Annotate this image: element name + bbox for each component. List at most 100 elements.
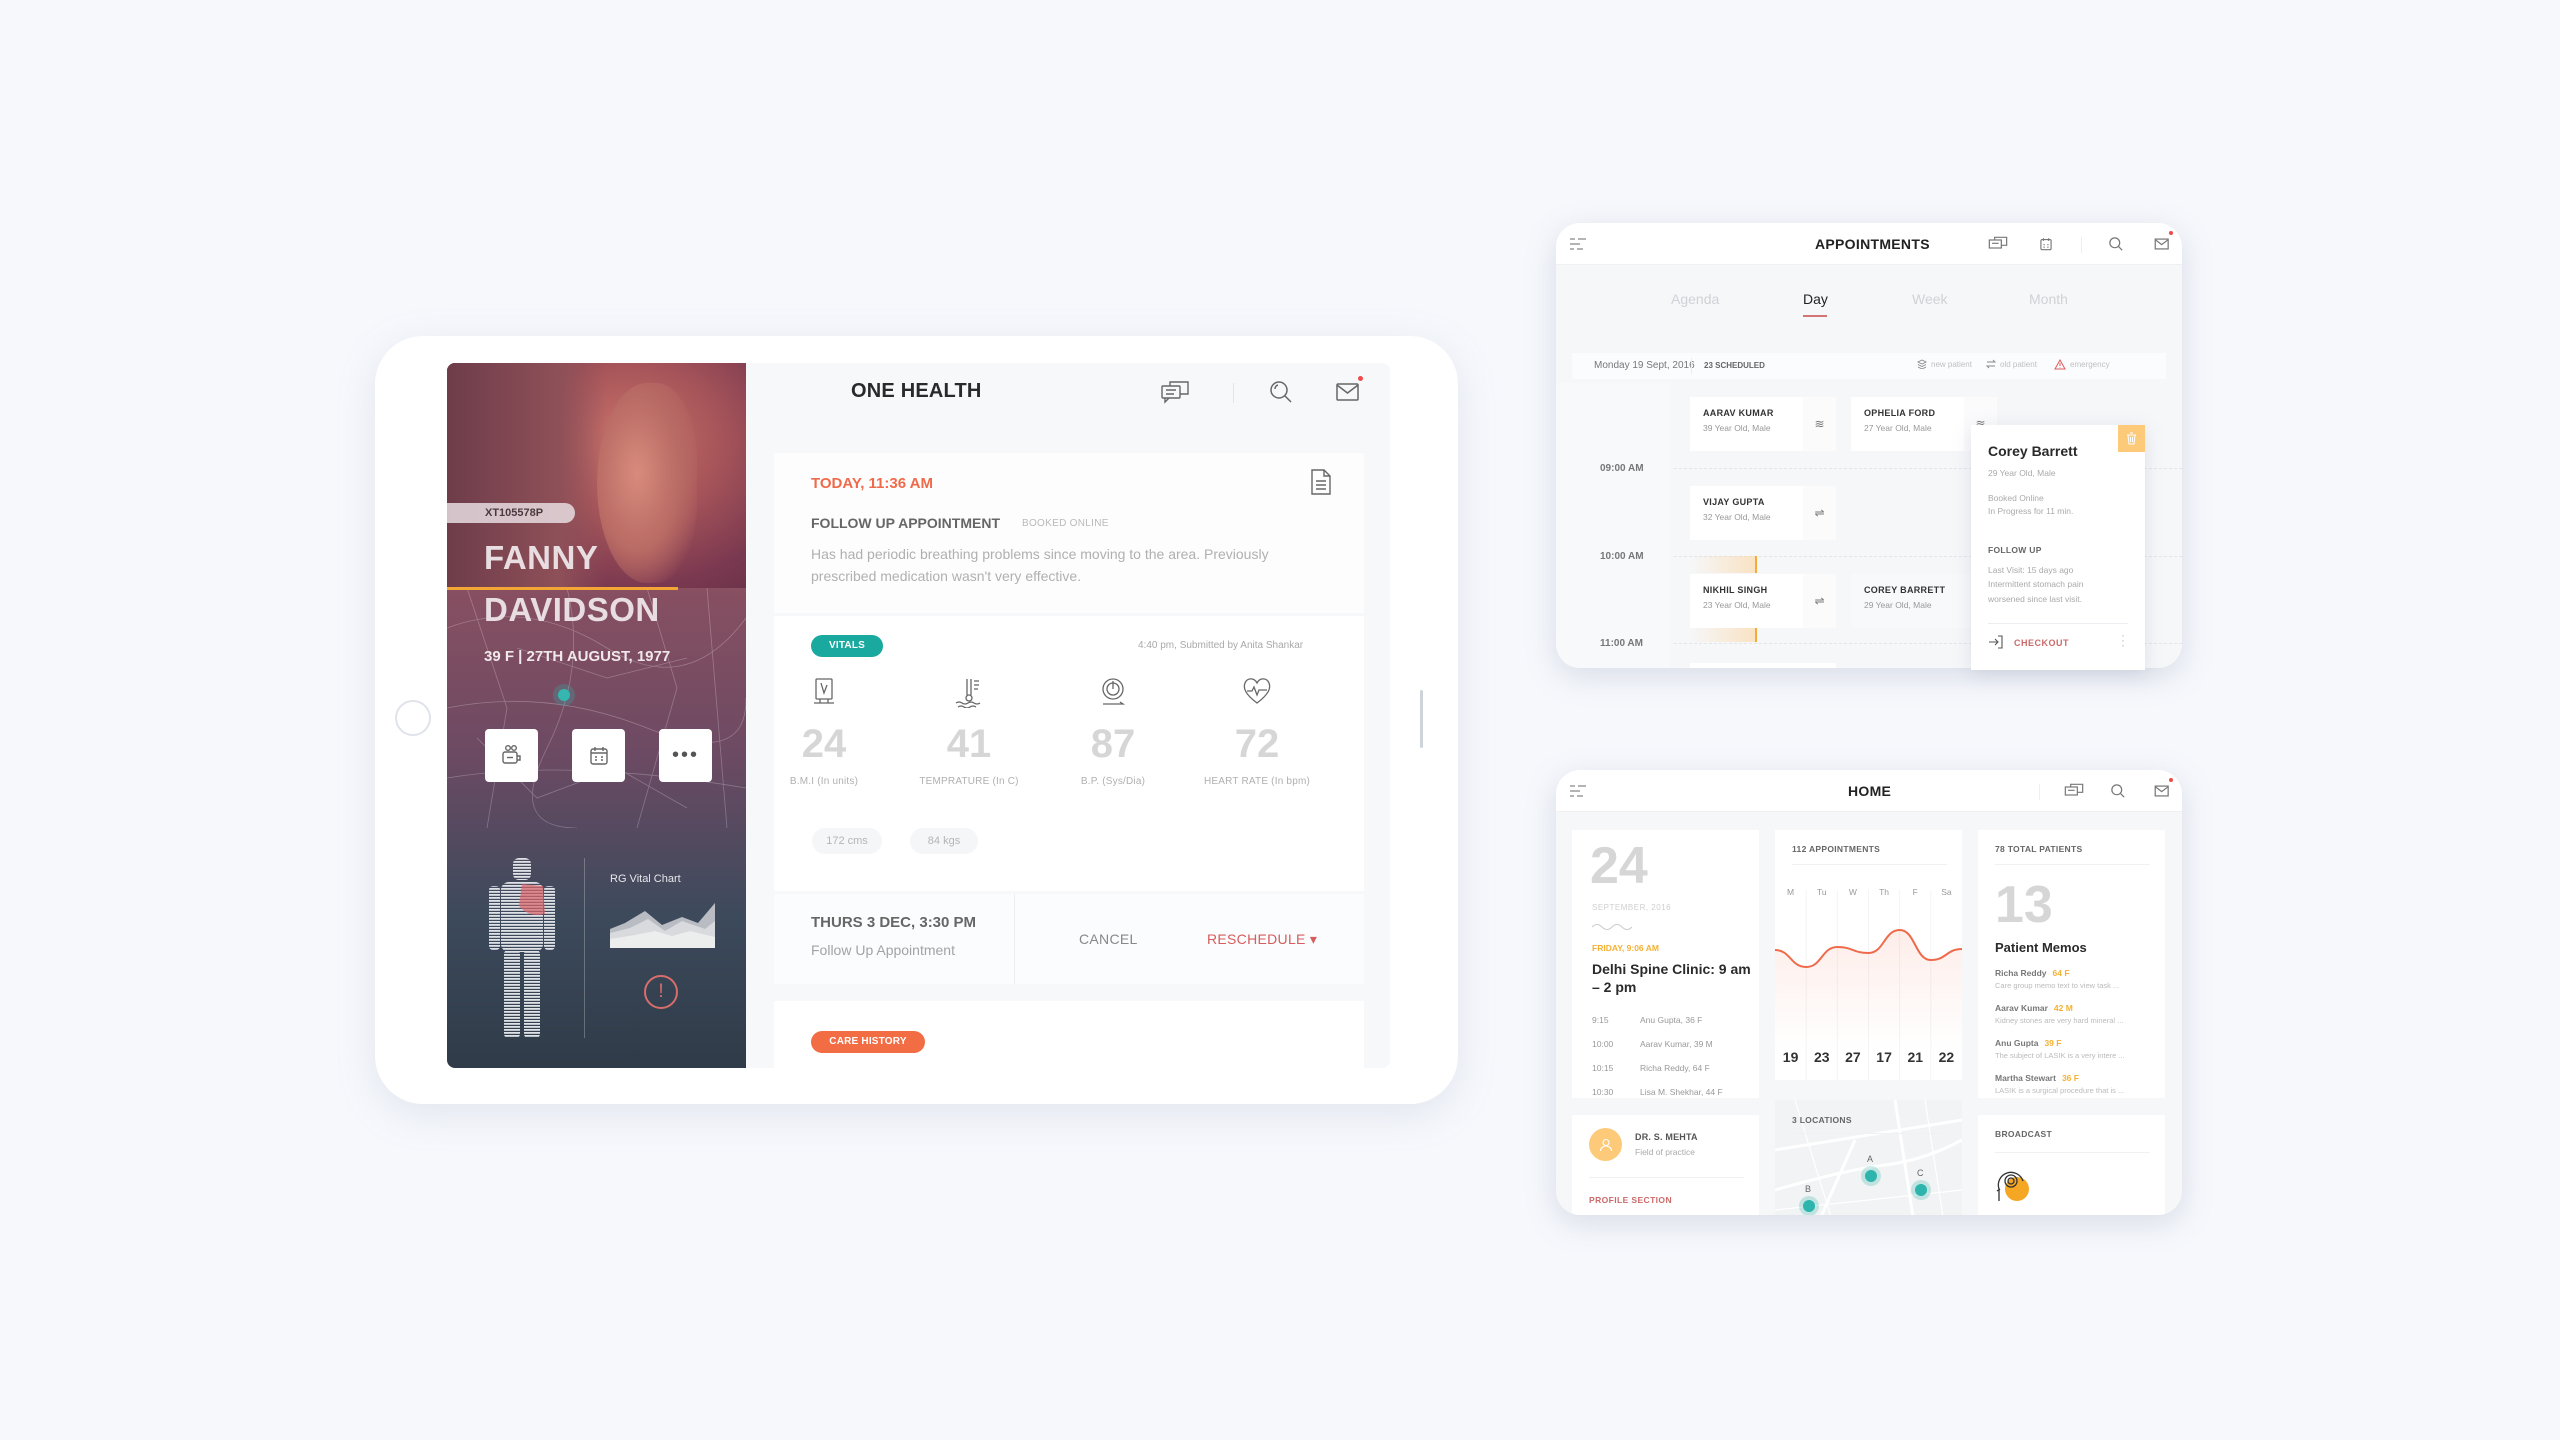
- doctor-name: DR. S. MEHTA: [1635, 1132, 1698, 1142]
- chat-button[interactable]: [2063, 780, 2085, 802]
- vitals-badge: VITALS: [811, 635, 883, 657]
- menu-icon[interactable]: [1570, 238, 1586, 250]
- patient-last-name: DAVIDSON: [484, 591, 660, 628]
- search-icon: [2109, 237, 2123, 251]
- vital-bp: 87 B.P. (Sys/Dia): [1048, 676, 1178, 787]
- vital-chart-label: RG Vital Chart: [610, 873, 681, 885]
- appointments-chart-card: 112 APPOINTMENTS M 19 Tu 23 W 27 Th 17 F 21 Sa 22: [1775, 830, 1962, 1080]
- trash-icon: [2127, 432, 2136, 445]
- notification-dot: [2169, 778, 2173, 782]
- current-datetime: FRIDAY, 9:06 AM: [1592, 943, 1659, 953]
- tab-agenda[interactable]: Agenda: [1671, 291, 1719, 307]
- appointment-card-aarav-kumar[interactable]: AARAV KUMAR 39 Year Old, Male ≋: [1690, 397, 1836, 451]
- swap-icon: [1986, 359, 1996, 369]
- schedule-row[interactable]: 10:00 Aarav Kumar, 39 M: [1592, 1039, 1713, 1049]
- header-divider: [1233, 383, 1234, 403]
- search-button[interactable]: [1265, 377, 1297, 407]
- calendar-button[interactable]: [2035, 233, 2057, 255]
- clinic-hours: Delhi Spine Clinic: 9 am – 2 pm: [1592, 961, 1751, 995]
- memo-item[interactable]: Aarav Kumar 42 M Kidney stones are very ha…: [1995, 1003, 2160, 1025]
- day-number: 24: [1590, 837, 1648, 895]
- memo-item[interactable]: Martha Stewart 36 F LASIK is a surgical pr…: [1995, 1073, 2160, 1095]
- schedule-row[interactable]: 9:15 Anu Gupta, 36 F: [1592, 1015, 1702, 1025]
- reschedule-button[interactable]: RESCHEDULE ▾: [1207, 931, 1317, 948]
- care-history-badge[interactable]: CARE HISTORY: [811, 1031, 925, 1053]
- alert-icon[interactable]: !: [644, 975, 678, 1009]
- new-patient-icon: ≋: [1803, 397, 1836, 451]
- appointment-card: TODAY, 11:36 AM FOLLOW UP APPOINTMENT BO…: [774, 453, 1364, 613]
- broadcast-head-icon[interactable]: [1993, 1163, 2033, 1203]
- search-button[interactable]: [2107, 780, 2129, 802]
- vital-mini-chart[interactable]: [610, 903, 715, 948]
- temperature-label: TEMPRATURE (In C): [919, 776, 1019, 787]
- tablet-side-handle: [1420, 690, 1423, 748]
- date-bar: Monday 19 Sept, 2016 23 SCHEDULED new pa…: [1572, 353, 2166, 379]
- video-call-button[interactable]: [485, 729, 538, 782]
- bp-value: 87: [1090, 722, 1136, 766]
- cancel-button[interactable]: CANCEL: [1079, 931, 1138, 947]
- memo-item[interactable]: Richa Reddy 64 F Care group memo text to v…: [1995, 968, 2160, 990]
- profile-section-link[interactable]: PROFILE SECTION: [1589, 1195, 1672, 1205]
- doctor-field: Field of practice: [1635, 1147, 1695, 1157]
- schedule-row[interactable]: 10:15 Richa Reddy, 64 F: [1592, 1063, 1710, 1073]
- current-time-marker: [1755, 556, 1757, 573]
- memo-item[interactable]: Anu Gupta 39 F The subject of LASIK is a v…: [1995, 1038, 2160, 1060]
- date-card: 24 SEPTEMBER, 2016 FRIDAY, 9:06 AM Delhi…: [1572, 830, 1759, 1098]
- broadcast-label: BROADCAST: [1995, 1129, 2053, 1139]
- total-patients: 78 TOTAL PATIENTS: [1995, 844, 2083, 854]
- body-map-icon[interactable]: [477, 858, 567, 1038]
- appointment-card-vijay-gupta[interactable]: VIJAY GUPTA 32 Year Old, Male ⇌: [1690, 486, 1836, 540]
- legend-new-patient: new patient: [1917, 359, 1972, 369]
- chat-button[interactable]: [1159, 377, 1191, 407]
- chart-value-label: 27: [1845, 1049, 1861, 1065]
- tablet-home-button: [395, 700, 431, 736]
- appointment-time: TODAY, 11:36 AM: [811, 475, 933, 492]
- tab-month[interactable]: Month: [2029, 291, 2068, 307]
- mail-icon: [1336, 383, 1359, 401]
- popup-note: Intermittent stomach pain: [1988, 579, 2084, 589]
- popup-patient-name: Corey Barrett: [1988, 443, 2078, 459]
- warning-icon: [2054, 359, 2066, 370]
- vital-temperature: 41 TEMPRATURE (In C): [904, 676, 1034, 787]
- search-button[interactable]: [2105, 233, 2127, 255]
- next-appointment-type: Follow Up Appointment: [811, 942, 955, 958]
- app-title: ONE HEALTH: [851, 380, 982, 402]
- appointments-header: APPOINTMENTS: [1556, 223, 2182, 265]
- video-call-icon: [501, 744, 521, 764]
- more-options-icon[interactable]: · · ·: [2121, 629, 2125, 651]
- time-label: 10:00 AM: [1600, 551, 1644, 562]
- avatar[interactable]: [1589, 1128, 1622, 1161]
- location-pin-c[interactable]: [1915, 1184, 1927, 1196]
- checkout-button[interactable]: CHECKOUT: [2014, 638, 2069, 648]
- location-pin-b[interactable]: [1803, 1200, 1815, 1212]
- pin-label: B: [1805, 1184, 1812, 1194]
- panel-divider: [584, 858, 585, 1038]
- chart-value-label: 17: [1876, 1049, 1892, 1065]
- care-history-card: CARE HISTORY: [774, 1001, 1364, 1068]
- next-appointment-card: THURS 3 DEC, 3:30 PM Follow Up Appointme…: [774, 894, 1364, 984]
- appointments-chart[interactable]: M 19 Tu 23 W 27 Th 17 F 21 Sa 22: [1775, 830, 1962, 1080]
- mail-button[interactable]: [1332, 377, 1364, 407]
- mail-button[interactable]: [2151, 233, 2173, 255]
- mail-button[interactable]: [2151, 780, 2173, 802]
- tab-day[interactable]: Day: [1803, 291, 1828, 307]
- delete-button[interactable]: [2118, 425, 2145, 452]
- chat-button[interactable]: [1987, 233, 2009, 255]
- mail-icon: [2154, 238, 2169, 250]
- appointment-card-nikhil-singh[interactable]: NIKHIL SINGH 23 Year Old, Male ⇌: [1690, 574, 1836, 628]
- location-dot: [558, 689, 570, 701]
- appointments-title: APPOINTMENTS: [1815, 236, 1930, 252]
- schedule-row[interactable]: 10:30 Lisa M. Shekhar, 44 F: [1592, 1087, 1723, 1097]
- tab-week[interactable]: Week: [1912, 291, 1948, 307]
- progress-bar: [447, 587, 678, 590]
- chart-day-label: W: [1849, 887, 1857, 897]
- calendar-button[interactable]: [572, 729, 625, 782]
- location-pin-a[interactable]: [1865, 1170, 1877, 1182]
- current-date: Monday 19 Sept, 2016: [1594, 360, 1695, 371]
- more-button[interactable]: •••: [659, 729, 712, 782]
- menu-icon[interactable]: [1570, 785, 1586, 797]
- document-icon[interactable]: [1309, 468, 1333, 496]
- bmi-label: B.M.I (In units): [789, 776, 859, 787]
- booking-source: BOOKED ONLINE: [1022, 518, 1109, 529]
- thermometer-icon: [955, 679, 981, 708]
